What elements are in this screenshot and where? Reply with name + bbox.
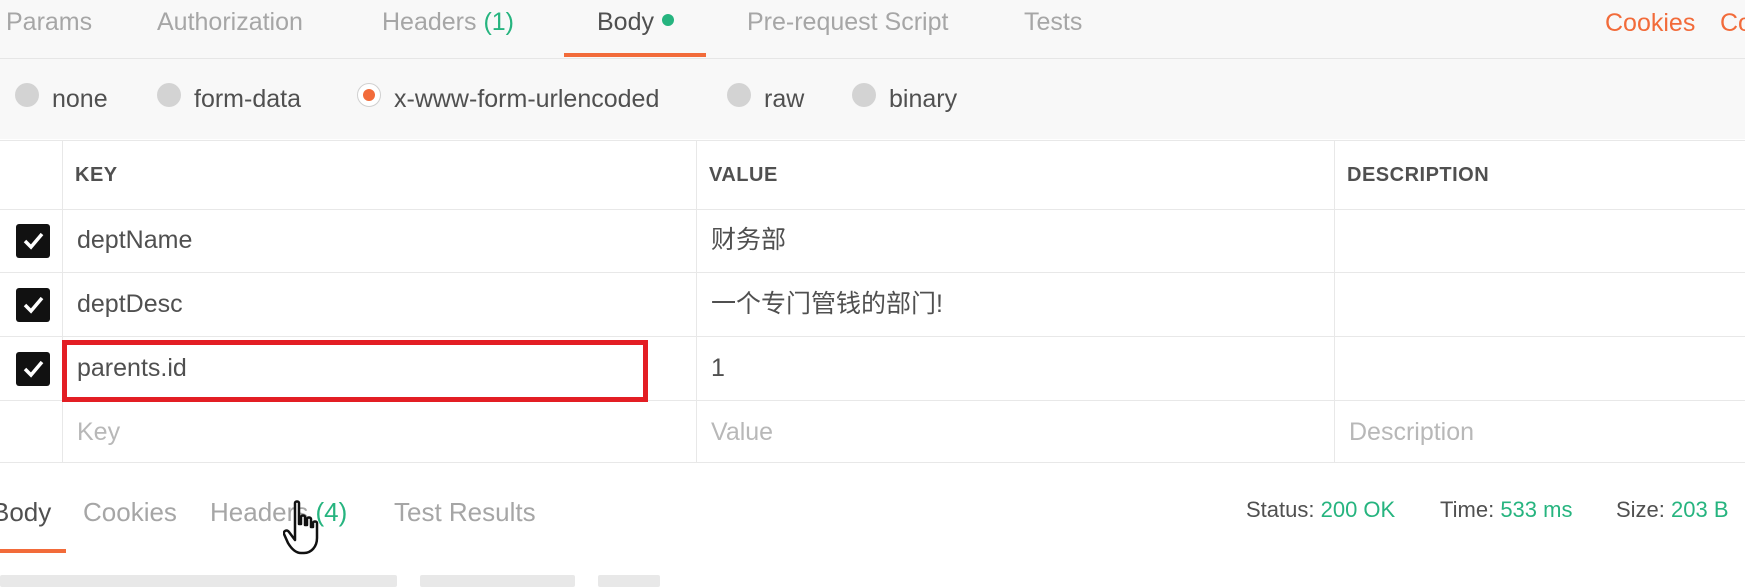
header-key: KEY: [75, 164, 118, 186]
response-tab-body[interactable]: Body: [0, 497, 51, 528]
key-cell[interactable]: deptDesc: [62, 273, 696, 336]
key-text: deptDesc: [77, 290, 183, 318]
new-key-input[interactable]: Key: [62, 401, 696, 462]
tab-params-label: Params: [6, 8, 93, 36]
response-tabs-bar: Body Cookies Headers (4) Test Results St…: [0, 463, 1745, 587]
tab-prerequest-script[interactable]: Pre-request Script: [747, 0, 948, 58]
tab-headers[interactable]: Headers (1): [382, 0, 514, 58]
value-text: 1: [711, 354, 725, 382]
row-checkbox-cell: [0, 273, 62, 336]
value-cell[interactable]: 一个专门管钱的部门!: [696, 273, 1334, 336]
time-value: 533 ms: [1500, 497, 1573, 522]
tab-body-label: Body: [597, 8, 654, 36]
table-header-row: KEY VALUE DESCRIPTION: [0, 140, 1745, 210]
row-checkbox-cell: [0, 337, 62, 400]
size-label: Size:: [1616, 497, 1665, 522]
response-status: Status: 200 OK: [1246, 497, 1395, 523]
header-key-cell: KEY: [62, 141, 696, 209]
time-label: Time:: [1440, 497, 1495, 522]
description-placeholder: Description: [1349, 418, 1475, 446]
key-text: deptName: [77, 226, 193, 254]
description-cell[interactable]: [1334, 209, 1745, 272]
radio-raw-circle[interactable]: [727, 83, 751, 107]
new-description-input[interactable]: Description: [1334, 401, 1745, 462]
header-description-cell: DESCRIPTION: [1334, 141, 1745, 209]
body-type-options: none form-data x-www-form-urlencoded raw…: [0, 59, 1745, 139]
radio-none-circle[interactable]: [15, 83, 39, 107]
table-row: deptDesc 一个专门管钱的部门!: [0, 273, 1745, 337]
size-value: 203 B: [1671, 497, 1729, 522]
header-checkbox-cell: [0, 141, 62, 209]
key-cell[interactable]: deptName: [62, 209, 696, 272]
radio-binary-label: binary: [889, 85, 958, 113]
status-value: 200 OK: [1320, 497, 1396, 522]
response-tab-headers[interactable]: Headers (4): [210, 497, 347, 528]
radio-urlencoded-circle[interactable]: [357, 83, 381, 107]
tab-authorization[interactable]: Authorization: [157, 0, 303, 58]
radio-binary-circle[interactable]: [852, 83, 876, 107]
value-cell[interactable]: 1: [696, 337, 1334, 400]
radio-form-data-circle[interactable]: [157, 83, 181, 107]
hand-cursor-icon: [283, 500, 319, 555]
value-text: 财务部: [711, 226, 787, 254]
tab-headers-count: (1): [483, 8, 515, 36]
response-tab-test-results[interactable]: Test Results: [394, 497, 536, 528]
value-text: 一个专门管钱的部门!: [711, 290, 943, 318]
request-tabs-bar: Params Authorization Headers (1) Body Pr…: [0, 0, 1745, 59]
tab-headers-label: Headers: [382, 8, 477, 36]
header-value: VALUE: [709, 164, 778, 186]
description-cell[interactable]: [1334, 337, 1745, 400]
new-row-checkbox-cell: [0, 401, 62, 462]
response-time: Time: 533 ms: [1440, 497, 1572, 523]
status-label: Status:: [1246, 497, 1315, 522]
response-toolbar-button[interactable]: [420, 575, 575, 587]
response-tab-active-indicator: [0, 549, 66, 553]
tab-tests-label: Tests: [1024, 8, 1083, 36]
table-row: deptName 财务部: [0, 209, 1745, 273]
new-row: Key Value Description: [0, 401, 1745, 463]
header-value-cell: VALUE: [696, 141, 1334, 209]
body-modified-dot: [661, 14, 674, 26]
check-icon: [23, 296, 44, 314]
tab-body[interactable]: Body: [564, 0, 706, 58]
check-icon: [23, 232, 44, 250]
key-placeholder: Key: [77, 418, 121, 446]
response-tab-cookies[interactable]: Cookies: [83, 497, 177, 528]
row-checkbox-cell: [0, 209, 62, 272]
value-placeholder: Value: [711, 418, 774, 446]
radio-raw-label: raw: [764, 85, 805, 113]
row-checkbox[interactable]: [16, 288, 50, 322]
radio-none-label: none: [52, 85, 108, 113]
response-size: Size: 203 B: [1616, 497, 1729, 523]
new-value-input[interactable]: Value: [696, 401, 1334, 462]
description-cell[interactable]: [1334, 273, 1745, 336]
tab-prerequest-label: Pre-request Script: [747, 8, 949, 36]
highlight-annotation-box: [62, 340, 648, 402]
tab-tests[interactable]: Tests: [1024, 0, 1082, 58]
response-toolbar-button[interactable]: [598, 575, 660, 587]
code-link[interactable]: Co: [1720, 0, 1745, 46]
check-icon: [23, 360, 44, 378]
row-checkbox[interactable]: [16, 224, 50, 258]
cookies-link[interactable]: Cookies: [1605, 0, 1695, 46]
radio-urlencoded-label: x-www-form-urlencoded: [394, 85, 660, 113]
response-toolbar-button[interactable]: [0, 575, 397, 587]
row-checkbox[interactable]: [16, 352, 50, 386]
key-value-table: KEY VALUE DESCRIPTION deptName 财务部 deptD…: [0, 140, 1745, 463]
tab-authorization-label: Authorization: [157, 8, 303, 36]
value-cell[interactable]: 财务部: [696, 209, 1334, 272]
radio-form-data-label: form-data: [194, 85, 301, 113]
header-description: DESCRIPTION: [1347, 164, 1490, 186]
tab-params[interactable]: Params: [6, 0, 92, 58]
